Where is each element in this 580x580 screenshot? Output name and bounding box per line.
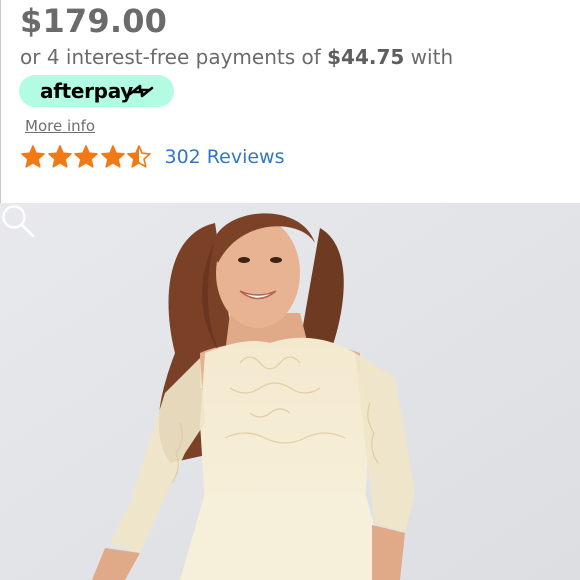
product-price-section: $179.00 or 4 interest-free payments of $…: [0, 0, 580, 203]
reviews-link[interactable]: 302 Reviews: [165, 146, 285, 168]
more-info-link[interactable]: More info: [25, 117, 95, 135]
afterpay-arrows-icon: [128, 84, 154, 98]
installment-suffix: with: [404, 45, 454, 69]
star-icon: [47, 145, 72, 168]
afterpay-badge[interactable]: afterpay: [19, 75, 174, 107]
star-icon: [74, 145, 98, 168]
afterpay-wordmark: afterpay: [40, 79, 134, 103]
product-image[interactable]: [0, 203, 580, 580]
model-photo: [0, 203, 580, 580]
installment-prefix: or 4 interest-free payments of: [20, 45, 328, 69]
star-icon: [21, 145, 45, 168]
zoom-magnifier-icon[interactable]: [0, 203, 36, 239]
star-icon: [100, 145, 125, 168]
star-rating: [20, 144, 153, 170]
divider: [0, 0, 1, 203]
star-icon: [127, 145, 151, 168]
installment-info: or 4 interest-free payments of $44.75 wi…: [20, 45, 453, 69]
product-price: $179.00: [20, 2, 168, 40]
installment-amount: $44.75: [327, 45, 405, 69]
rating-row[interactable]: 302 Reviews: [20, 143, 285, 171]
